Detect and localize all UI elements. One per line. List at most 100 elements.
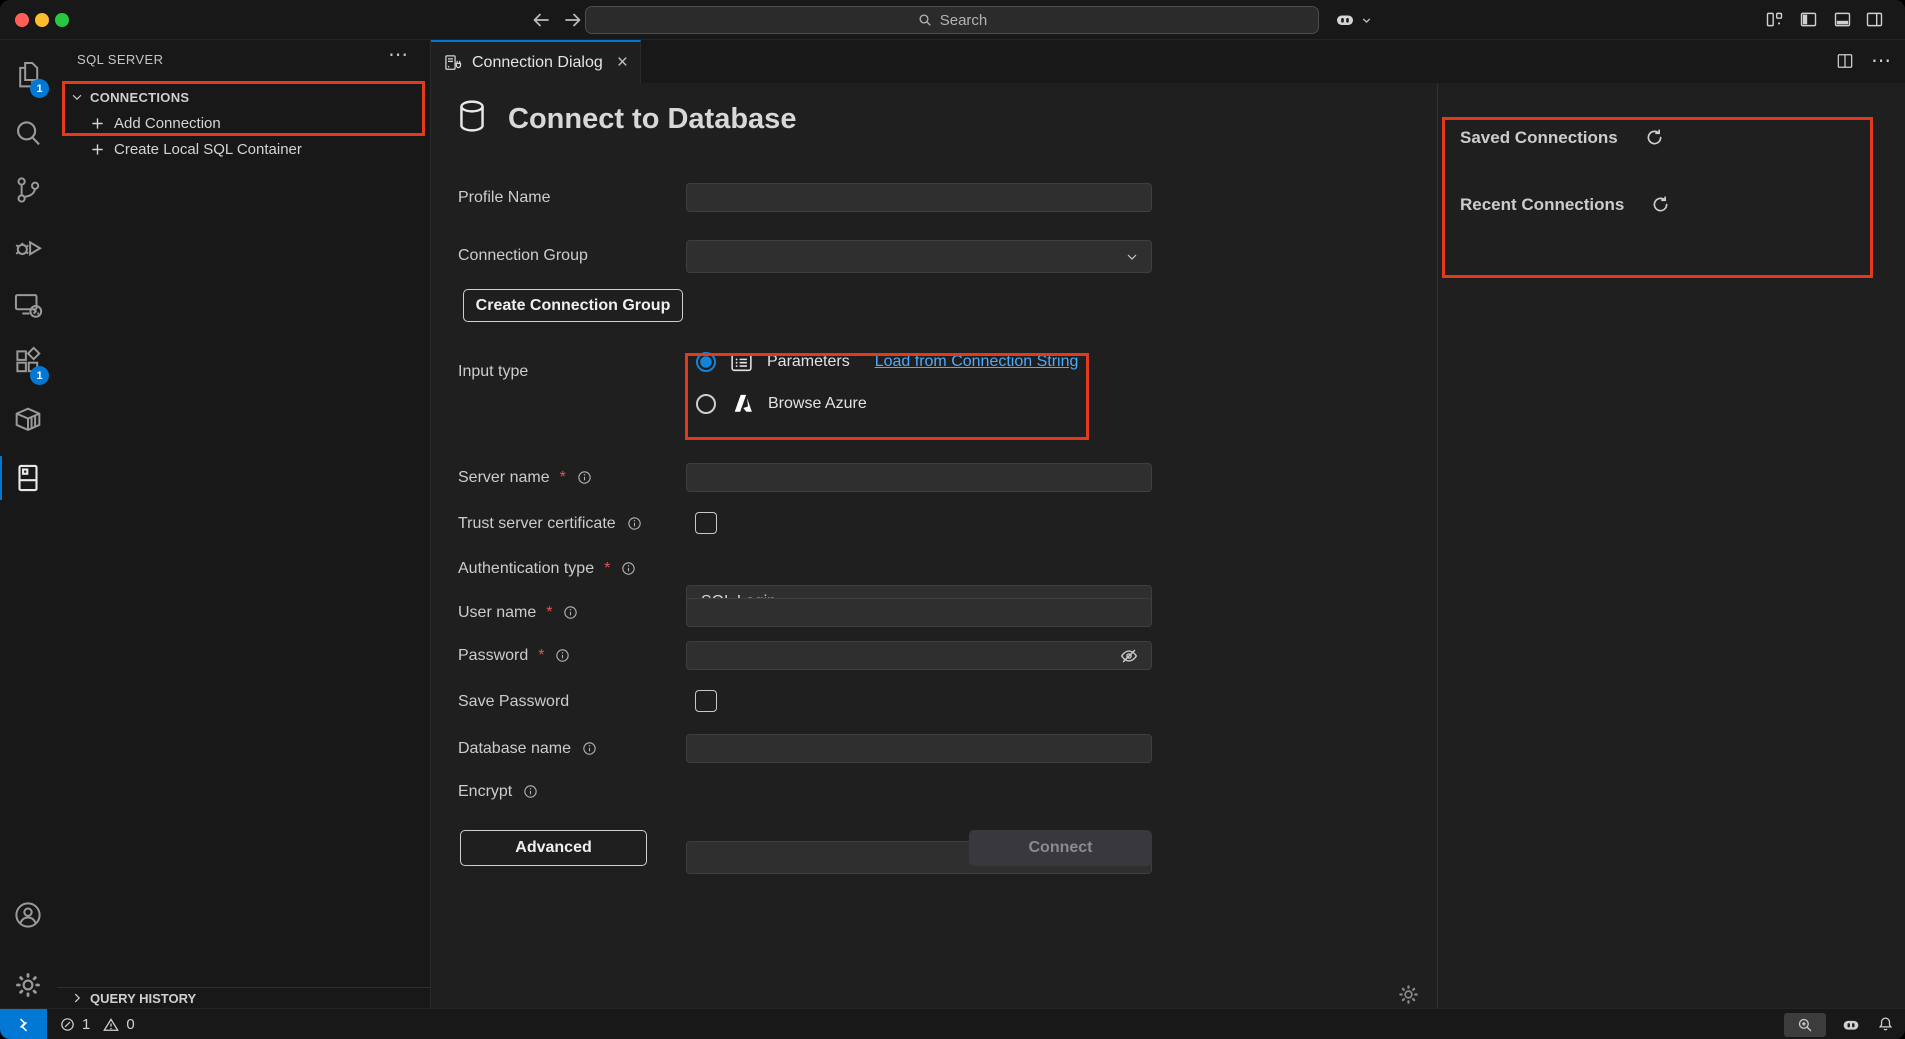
error-icon	[59, 1016, 76, 1033]
copilot-status-icon[interactable]	[1840, 1014, 1862, 1036]
toggle-panel-icon[interactable]	[1832, 9, 1853, 30]
remote-explorer-icon[interactable]	[11, 288, 45, 322]
database-name-label: Database name	[458, 734, 598, 763]
tab-connection-dialog[interactable]: Connection Dialog ×	[431, 40, 641, 83]
tab-bar: Connection Dialog × ⋯	[431, 40, 1905, 83]
customize-layout-icon[interactable]	[1764, 9, 1785, 30]
info-icon[interactable]	[562, 604, 579, 621]
save-password-checkbox[interactable]	[695, 690, 717, 712]
radio-selected-icon[interactable]	[696, 352, 716, 372]
active-view-indicator	[0, 456, 2, 500]
sql-server-view-icon[interactable]	[11, 461, 45, 495]
trust-server-certificate-label: Trust server certificate	[458, 509, 643, 538]
explorer-badge: 1	[30, 79, 49, 98]
settings-gear-icon[interactable]	[11, 968, 45, 1002]
connect-button[interactable]: Connect	[969, 830, 1152, 866]
password-input[interactable]	[686, 641, 1152, 670]
container-tools-icon[interactable]	[11, 403, 45, 437]
warning-icon	[102, 1016, 120, 1034]
toggle-secondary-sidebar-icon[interactable]	[1864, 9, 1885, 30]
toggle-primary-sidebar-icon[interactable]	[1798, 9, 1819, 30]
activity-bar: 1 1	[0, 40, 57, 1008]
input-type-browse-azure-option[interactable]: Browse Azure	[696, 392, 867, 416]
save-password-label: Save Password	[458, 687, 569, 716]
run-debug-icon[interactable]	[11, 231, 45, 265]
password-label: Password*	[458, 641, 571, 670]
extensions-badge: 1	[30, 366, 49, 385]
trust-server-certificate-checkbox[interactable]	[695, 512, 717, 534]
plus-icon	[90, 142, 105, 157]
recent-connections-header: Recent Connections	[1460, 194, 1671, 215]
tab-close-icon[interactable]: ×	[617, 53, 628, 72]
connections-section-header[interactable]: CONNECTIONS	[57, 84, 431, 110]
toggle-password-visibility-icon[interactable]	[1118, 645, 1140, 667]
remote-indicator[interactable]	[0, 1009, 47, 1039]
dialog-title: Connect to Database	[508, 103, 796, 136]
chevron-down-icon	[1124, 249, 1140, 265]
user-name-input[interactable]	[686, 598, 1152, 627]
server-name-input[interactable]	[686, 463, 1152, 492]
plus-icon	[90, 116, 105, 131]
input-type-label: Input type	[458, 357, 528, 386]
tab-label: Connection Dialog	[472, 54, 603, 72]
parameters-option-label: Parameters	[767, 353, 850, 371]
vscode-window: Search 1	[0, 0, 1905, 1039]
server-name-label: Server name*	[458, 463, 593, 492]
create-connection-group-button[interactable]: Create Connection Group	[463, 289, 683, 322]
editor-more-actions-icon[interactable]: ⋯	[1871, 51, 1891, 71]
search-view-icon[interactable]	[11, 116, 45, 150]
query-history-section-header[interactable]: QUERY HISTORY	[57, 987, 431, 1008]
input-type-parameters-option[interactable]: Parameters Load from Connection String	[696, 350, 1078, 374]
accounts-icon[interactable]	[11, 898, 45, 932]
saved-connections-header: Saved Connections	[1460, 127, 1665, 148]
info-icon[interactable]	[554, 647, 571, 664]
error-count: 1	[82, 1016, 90, 1033]
zoom-status-icon[interactable]	[1784, 1013, 1826, 1037]
status-bar: 1 0	[0, 1008, 1905, 1039]
connection-dialog-tab-icon	[443, 53, 463, 73]
browse-azure-option-label: Browse Azure	[768, 395, 867, 413]
notifications-bell-icon[interactable]	[1876, 1015, 1895, 1034]
user-name-label: User name*	[458, 598, 579, 627]
database-icon	[453, 97, 491, 135]
load-from-connection-string-link[interactable]: Load from Connection String	[875, 353, 1079, 371]
radio-unselected-icon[interactable]	[696, 394, 716, 414]
authentication-type-label: Authentication type*	[458, 554, 637, 583]
info-icon[interactable]	[522, 783, 539, 800]
search-label: Search	[940, 12, 988, 29]
info-icon[interactable]	[576, 469, 593, 486]
connection-dialog-webview: Connect to Database Profile Name Connect…	[431, 83, 1905, 1008]
command-center-search[interactable]: Search	[585, 6, 1319, 34]
profile-name-input[interactable]	[686, 183, 1152, 212]
back-arrow-icon[interactable]	[528, 7, 554, 33]
forward-arrow-icon[interactable]	[560, 7, 586, 33]
sidebar-item-create-local-sql-container[interactable]: Create Local SQL Container	[57, 136, 431, 162]
split-editor-icon[interactable]	[1835, 51, 1855, 71]
problems-status[interactable]: 1 0	[59, 1009, 135, 1039]
copilot-icon[interactable]	[1333, 8, 1357, 32]
advanced-button[interactable]: Advanced	[460, 830, 647, 866]
connection-group-select[interactable]	[686, 240, 1152, 273]
search-icon	[917, 12, 933, 28]
webview-settings-gear-icon[interactable]	[1395, 981, 1422, 1008]
profile-name-label: Profile Name	[458, 183, 550, 212]
source-control-icon[interactable]	[11, 173, 45, 207]
parameters-form-icon	[729, 350, 754, 375]
copilot-chevron-down-icon[interactable]	[1360, 14, 1373, 27]
azure-icon	[729, 391, 755, 417]
titlebar: Search	[0, 0, 1905, 40]
chevron-right-icon	[70, 991, 84, 1005]
info-icon[interactable]	[581, 740, 598, 757]
close-window-button[interactable]	[15, 13, 29, 27]
database-name-input[interactable]	[686, 734, 1152, 763]
maximize-window-button[interactable]	[55, 13, 69, 27]
panel-divider	[1437, 83, 1438, 1008]
sidebar-more-actions-icon[interactable]: ⋯	[388, 42, 408, 67]
info-icon[interactable]	[626, 515, 643, 532]
chevron-down-icon	[70, 90, 84, 104]
info-icon[interactable]	[620, 560, 637, 577]
refresh-icon[interactable]	[1650, 194, 1671, 215]
refresh-icon[interactable]	[1644, 127, 1665, 148]
sidebar-item-add-connection[interactable]: Add Connection	[57, 110, 431, 136]
minimize-window-button[interactable]	[35, 13, 49, 27]
